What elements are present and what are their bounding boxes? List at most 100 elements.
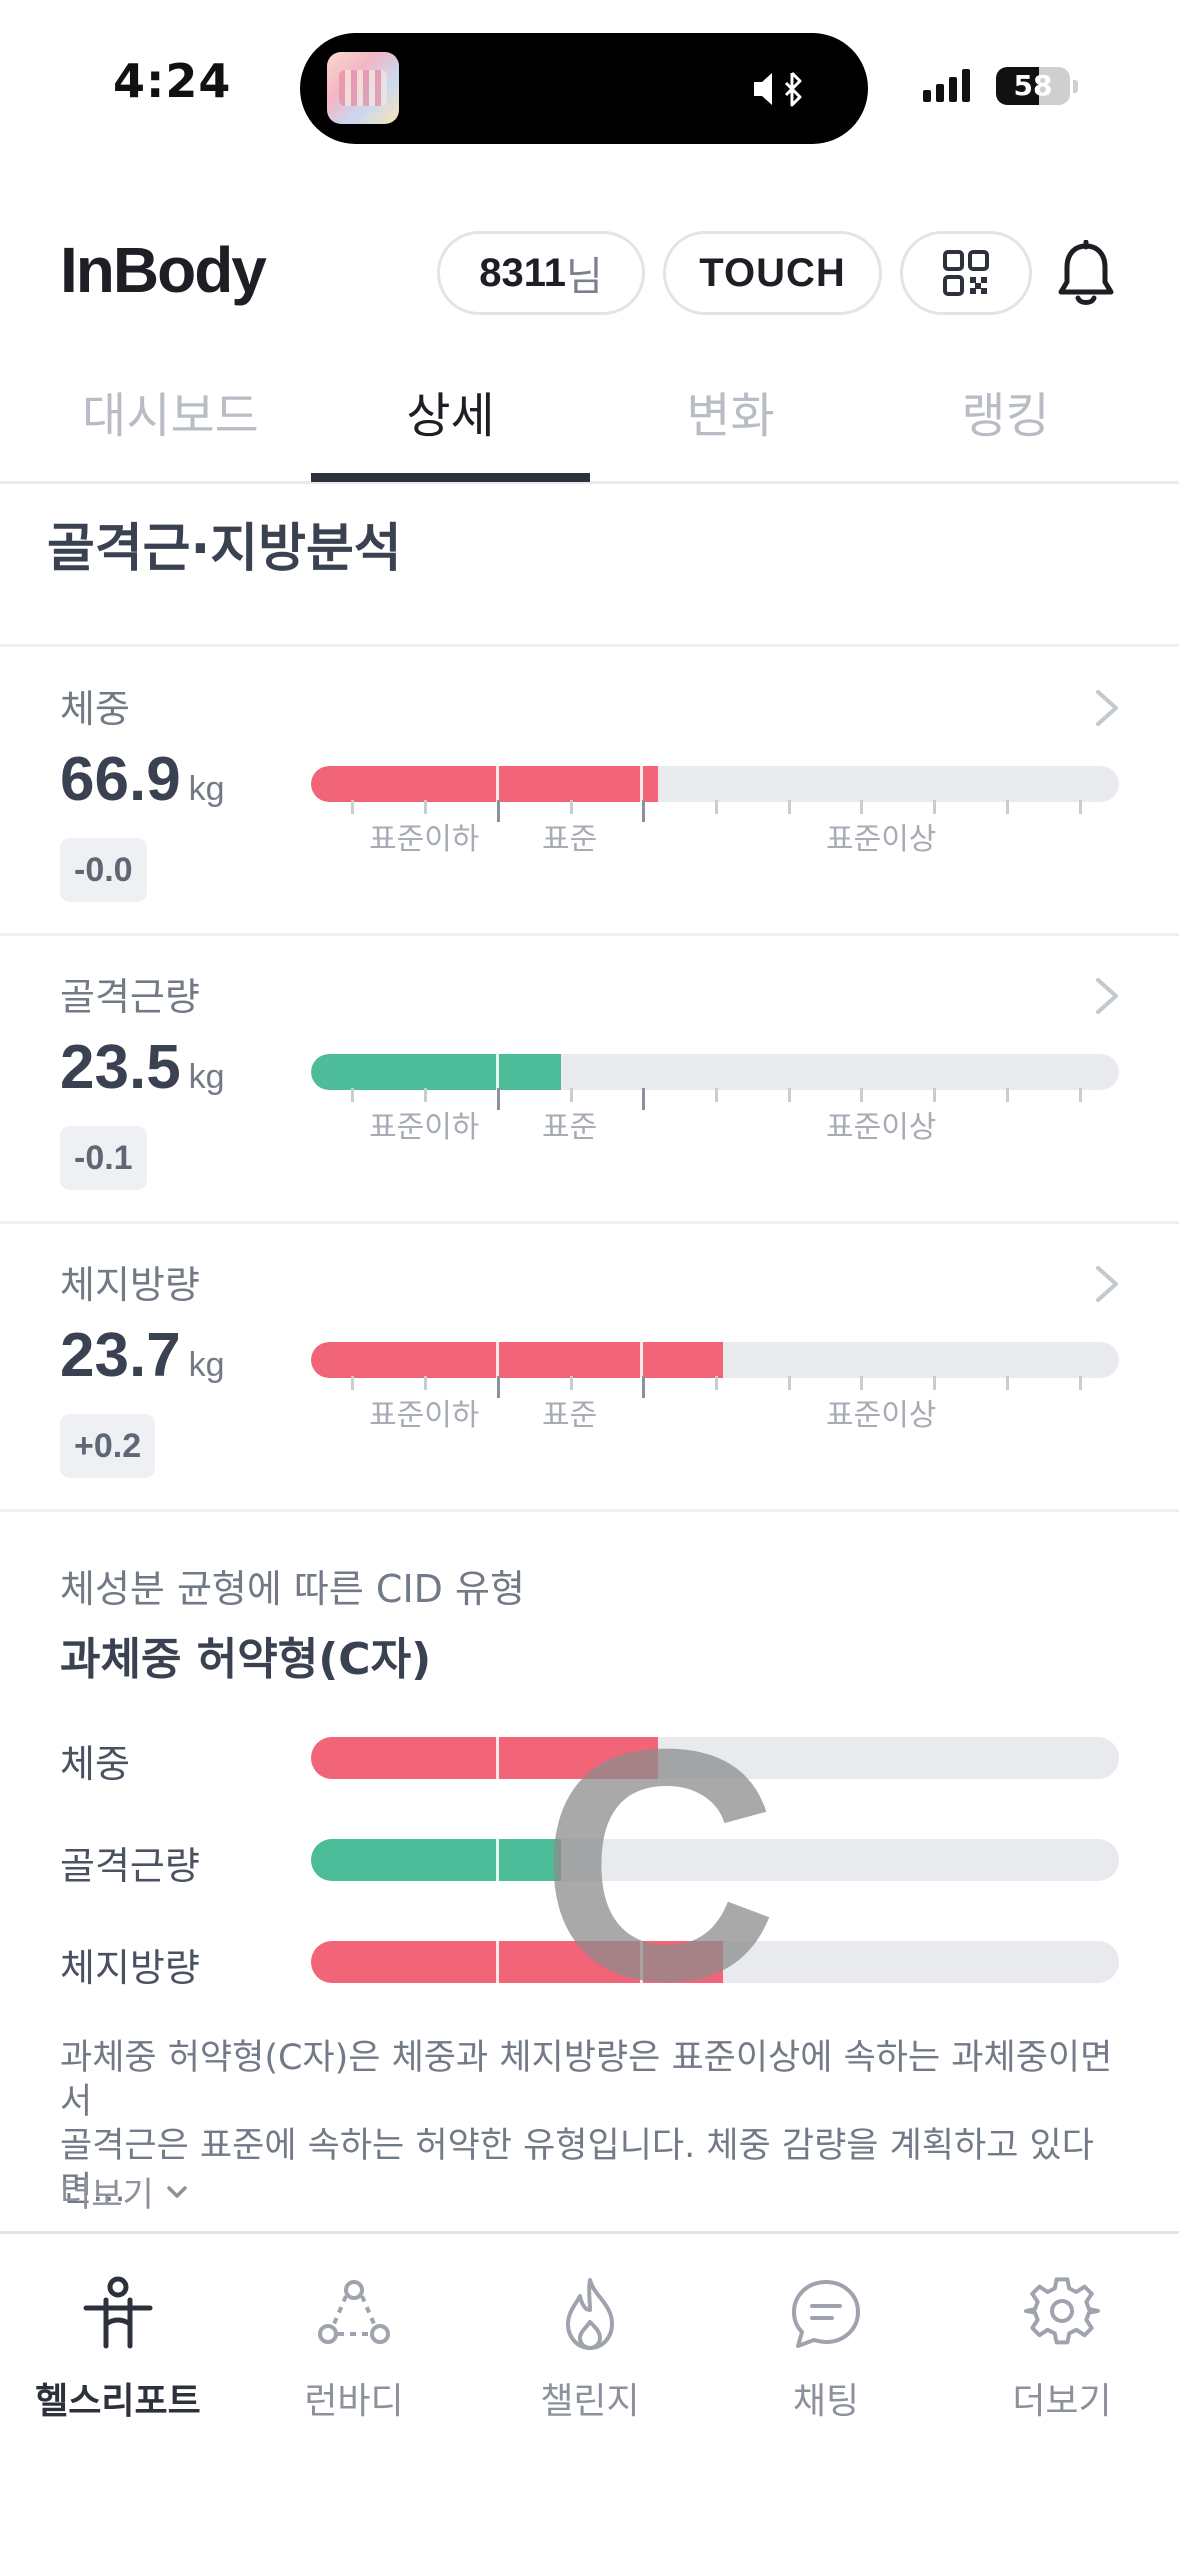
tab-detail[interactable]: 상세 [311, 376, 590, 446]
metric-body-fat-row[interactable]: 체지방량 23.7 kg +0.2 표준이하 표준 표준이상 [0, 1224, 1179, 1509]
tab-dashboard[interactable]: 대시보드 [31, 376, 310, 446]
metric-bar-fill [311, 766, 659, 802]
scale-tick [1006, 1088, 1009, 1102]
more-button[interactable]: 더보기 [60, 2167, 188, 2216]
notification-bell-icon[interactable] [1055, 240, 1117, 308]
scale-tick [715, 1376, 718, 1390]
scale-label: 표준이상 [826, 822, 937, 857]
qr-code-icon [943, 250, 989, 296]
scale-tick [933, 1376, 936, 1390]
cid-shape-letter: C [540, 1680, 779, 2049]
scale-tick [788, 1376, 791, 1390]
gear-icon [1024, 2277, 1100, 2345]
metric-bar-fill [311, 1342, 724, 1378]
scale-tick [570, 1088, 573, 1102]
tab-ranking[interactable]: 랭킹 [866, 376, 1145, 446]
main-tabs: 대시보드 상세 변화 랭킹 [0, 360, 1179, 484]
delta-badge: +0.2 [60, 1414, 156, 1478]
chat-icon [792, 2280, 860, 2348]
scale-label: 표준이하 [369, 1398, 480, 1433]
metric-bar-track [311, 766, 1119, 802]
nav-challenge[interactable]: 챌린지 [472, 2274, 708, 2424]
person-icon [83, 2276, 153, 2349]
section-title: 골격근·지방분석 [47, 519, 402, 579]
chevron-down-icon [167, 2185, 187, 2198]
scale-tick [570, 800, 573, 814]
metric-unit: kg [188, 1346, 225, 1384]
status-bar: 4:24 58 [0, 0, 1179, 170]
metric-value-number: 23.7 [60, 1321, 181, 1390]
scale-tick [860, 1376, 863, 1390]
cid-bar-label: 체중 [60, 1742, 130, 1786]
scale-tick [715, 800, 718, 814]
scale-tick [424, 1088, 427, 1102]
cid-bar-label: 체지방량 [60, 1946, 200, 1990]
metric-scale: 표준이하 표준 표준이상 [311, 800, 1119, 857]
scale-tick [1079, 1376, 1082, 1390]
more-label: 더보기 [60, 2175, 154, 2215]
chevron-right-icon [1096, 1266, 1118, 1302]
chevron-right-icon [1096, 978, 1118, 1014]
scale-tick [642, 1088, 645, 1110]
nav-label: 채팅 [792, 2381, 860, 2422]
scale-tick [860, 1088, 863, 1102]
scale-tick [715, 1088, 718, 1102]
metric-label: 체지방량 [60, 1263, 200, 1307]
cid-description: 과체중 허약형(C자)은 체중과 체지방량은 표준이상에 속하는 과체중이면서 … [60, 2036, 1130, 2212]
segment-divider [640, 1342, 643, 1378]
metric-value: 66.9 kg [60, 744, 225, 815]
nav-health-report[interactable]: 헬스리포트 [0, 2274, 236, 2424]
scale-tick [1006, 800, 1009, 814]
tab-change[interactable]: 변화 [591, 376, 870, 446]
nav-label: 헬스리포트 [35, 2381, 201, 2422]
delta-badge: -0.0 [60, 838, 147, 902]
touch-label: TOUCH [699, 250, 846, 295]
nav-chat[interactable]: 채팅 [708, 2274, 944, 2424]
nav-label: 챌린지 [540, 2381, 640, 2422]
battery-tip [1073, 80, 1078, 93]
scale-tick [642, 1376, 645, 1398]
user-id-button[interactable]: 8311 님 [437, 231, 645, 315]
metric-scale: 표준이하 표준 표준이상 [311, 1088, 1119, 1145]
scale-tick [497, 800, 500, 822]
scale-label: 표준 [542, 1398, 598, 1433]
scale-tick [1079, 800, 1082, 814]
scale-tick [570, 1376, 573, 1390]
scale-label: 표준이상 [826, 1110, 937, 1145]
segment-divider [640, 766, 643, 802]
metric-value-number: 66.9 [60, 745, 181, 814]
active-tab-indicator [311, 473, 590, 482]
metric-unit: kg [188, 770, 225, 808]
metric-value-number: 23.5 [60, 1033, 181, 1102]
metric-weight-row[interactable]: 체중 66.9 kg -0.0 표준이하 표준 표준이상 [0, 648, 1179, 933]
scale-tick [424, 1376, 427, 1390]
segment-divider [496, 1342, 499, 1378]
scale-tick [642, 800, 645, 822]
metric-bar-track [311, 1342, 1119, 1378]
cid-bar-fill [311, 1839, 562, 1881]
qr-code-button[interactable] [900, 231, 1032, 315]
metric-bar-track [311, 1054, 1119, 1090]
scale-tick [860, 800, 863, 814]
nav-runbody[interactable]: 런바디 [236, 2274, 472, 2424]
nav-label: 런바디 [304, 2381, 404, 2422]
dynamic-island[interactable] [300, 33, 868, 144]
segment-divider [496, 1054, 499, 1090]
now-playing-thumbnail[interactable] [327, 52, 399, 124]
touch-button[interactable]: TOUCH [663, 231, 882, 315]
cid-subtitle: 체성분 균형에 따른 CID 유형 [60, 1567, 525, 1611]
flame-icon [566, 2278, 614, 2350]
metric-scale: 표준이하 표준 표준이상 [311, 1376, 1119, 1433]
scale-tick [497, 1088, 500, 1110]
segment-divider [496, 766, 499, 802]
nav-label: 더보기 [1012, 2381, 1112, 2422]
chevron-right-icon [1096, 690, 1118, 726]
scale-label: 표준이하 [369, 1110, 480, 1145]
cellular-signal-icon [923, 68, 970, 102]
inbody-logo: InBody [60, 234, 267, 306]
metric-unit: kg [188, 1058, 225, 1096]
cid-bar-label: 골격근량 [60, 1844, 200, 1888]
scale-label: 표준이하 [369, 822, 480, 857]
metric-skeletal-muscle-row[interactable]: 골격근량 23.5 kg -0.1 표준이하 표준 표준이상 [0, 936, 1179, 1221]
nav-more[interactable]: 더보기 [944, 2274, 1179, 2424]
